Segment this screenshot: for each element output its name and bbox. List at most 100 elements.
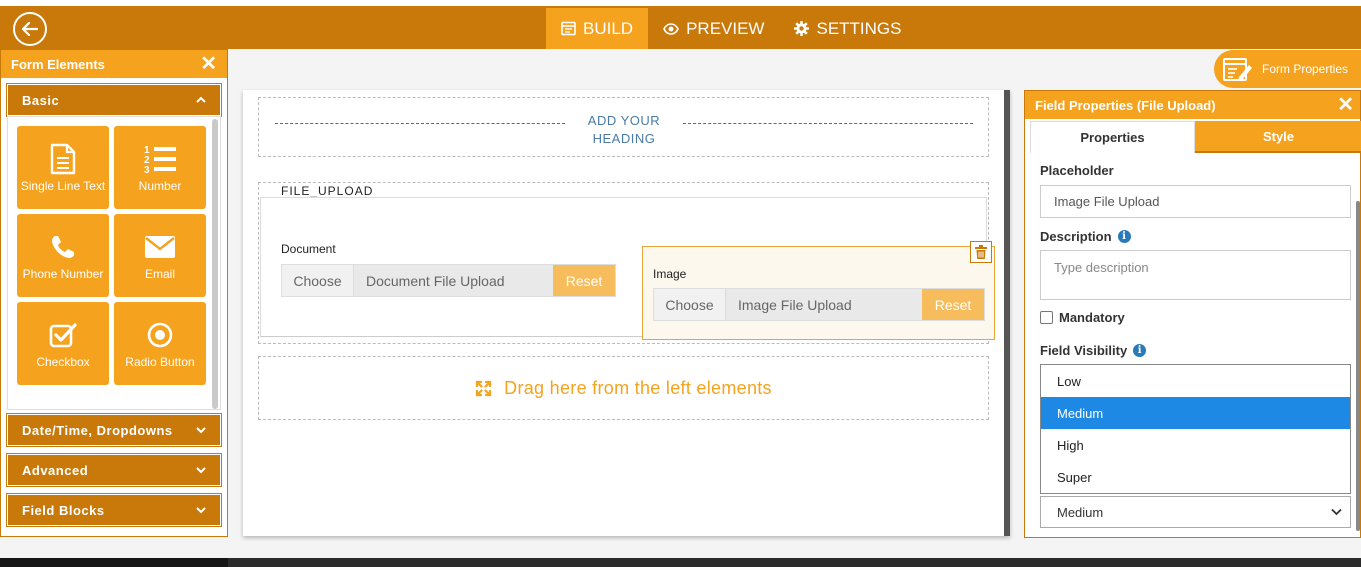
divider — [683, 123, 973, 124]
element-number[interactable]: 1 2 3 Number — [114, 126, 206, 209]
envelope-icon — [145, 236, 175, 258]
visibility-select[interactable]: Medium — [1040, 496, 1351, 528]
element-radio-button[interactable]: Radio Button — [114, 302, 206, 385]
section-basic-label: Basic — [22, 92, 60, 108]
field-properties-header: Field Properties (File Upload) ✕ — [1025, 91, 1360, 119]
form-properties-label: Form Properties — [1262, 62, 1349, 76]
elements-scrollbar[interactable] — [212, 119, 218, 409]
visibility-option-high[interactable]: High — [1041, 429, 1350, 461]
visibility-dropdown-list: Low Medium High Super — [1040, 364, 1351, 494]
chevron-up-icon — [196, 96, 206, 103]
image-label: Image — [653, 267, 687, 281]
nav-preview[interactable]: PREVIEW — [648, 8, 779, 49]
description-label: Description i — [1040, 229, 1131, 244]
element-label: Phone Number — [22, 267, 104, 281]
field-properties-panel: Field Properties (File Upload) ✕ Propert… — [1024, 90, 1361, 538]
form-elements-header: Form Elements ✕ — [1, 50, 227, 78]
element-phone-number[interactable]: Phone Number — [17, 214, 109, 297]
mandatory-label: Mandatory — [1059, 310, 1125, 325]
element-checkbox[interactable]: Checkbox — [17, 302, 109, 385]
chevron-down-icon — [1331, 508, 1342, 516]
checkbox-icon — [49, 323, 77, 348]
nav-settings-label: SETTINGS — [816, 18, 902, 38]
form-properties-tab[interactable]: Form Properties — [1214, 50, 1361, 88]
chevron-down-icon — [196, 507, 206, 514]
document-label: Document — [281, 242, 336, 256]
visibility-option-low[interactable]: Low — [1041, 365, 1350, 397]
divider — [275, 123, 565, 124]
close-icon[interactable]: ✕ — [1337, 95, 1354, 115]
section-advanced[interactable]: Advanced — [6, 453, 222, 487]
properties-tabs: Properties Style — [1030, 121, 1361, 153]
section-field-blocks[interactable]: Field Blocks — [6, 493, 222, 527]
element-label: Single Line Text — [20, 179, 106, 193]
field-properties-title: Field Properties (File Upload) — [1035, 97, 1216, 113]
element-label: Number — [138, 179, 182, 193]
description-textarea[interactable]: Type description — [1040, 250, 1351, 300]
chevron-down-icon — [196, 467, 206, 474]
element-label: Checkbox — [36, 355, 90, 369]
document-choose-button[interactable]: Choose — [282, 265, 354, 296]
tab-properties[interactable]: Properties — [1030, 121, 1195, 153]
nav-build-label: BUILD — [583, 18, 634, 38]
element-label: Email — [144, 267, 175, 281]
eye-icon — [663, 22, 679, 35]
build-icon — [561, 21, 576, 36]
image-choose-button[interactable]: Choose — [654, 289, 726, 320]
svg-text:3: 3 — [144, 165, 150, 174]
visibility-option-super[interactable]: Super — [1041, 461, 1350, 493]
form-edit-icon — [1223, 58, 1252, 81]
file-upload-block[interactable]: FILE_UPLOAD Document Choose Document Fil… — [258, 182, 995, 344]
radio-icon — [147, 322, 173, 348]
gear-icon — [794, 21, 810, 36]
tab-style[interactable]: Style — [1195, 121, 1361, 153]
nav-build[interactable]: BUILD — [546, 8, 649, 49]
numbered-list-icon: 1 2 3 — [144, 145, 176, 174]
chevron-down-icon — [196, 427, 206, 434]
element-label: Radio Button — [125, 355, 195, 369]
drop-zone-text: Drag here from the left elements — [504, 377, 772, 398]
form-elements-title: Form Elements — [11, 56, 105, 72]
info-icon[interactable]: i — [1133, 344, 1147, 357]
nav-preview-label: PREVIEW — [686, 18, 765, 38]
section-datetime-dropdowns[interactable]: Date/Time, Dropdowns — [6, 413, 222, 447]
close-icon[interactable]: ✕ — [200, 54, 217, 74]
visibility-option-medium[interactable]: Medium — [1041, 397, 1350, 429]
back-button[interactable] — [13, 12, 47, 46]
form-canvas: ADD YOUR HEADING FILE_UPLOAD Document Ch… — [243, 90, 1010, 536]
main-nav: BUILD PREVIEW SETTINGS — [546, 8, 917, 49]
document-reset-button[interactable]: Reset — [553, 265, 615, 296]
bottom-bar — [0, 558, 1361, 567]
image-reset-button[interactable]: Reset — [922, 289, 984, 320]
section-basic[interactable]: Basic — [6, 83, 222, 117]
placeholder-label-text: Placeholder — [1040, 163, 1114, 178]
form-heading[interactable]: ADD YOUR HEADING — [583, 112, 665, 148]
image-upload-input[interactable]: Image File Upload — [726, 289, 922, 320]
trash-icon — [975, 245, 987, 259]
placeholder-input[interactable]: Image File Upload — [1040, 185, 1351, 218]
document-upload-input[interactable]: Document File Upload — [354, 265, 553, 296]
bottom-bar-left — [0, 558, 228, 567]
mandatory-checkbox[interactable] — [1040, 311, 1053, 324]
document-icon — [50, 143, 76, 175]
description-label-text: Description — [1040, 229, 1112, 244]
file-upload-fields: Document Choose Document File Upload Res… — [260, 197, 995, 340]
section-datetime-label: Date/Time, Dropdowns — [22, 422, 173, 438]
top-nav-bar: BUILD PREVIEW SETTINGS — [0, 8, 1361, 49]
section-field-blocks-label: Field Blocks — [22, 502, 105, 518]
heading-block[interactable]: ADD YOUR HEADING — [258, 97, 989, 157]
element-single-line-text[interactable]: Single Line Text — [17, 126, 109, 209]
info-icon[interactable]: i — [1117, 230, 1131, 243]
delete-field-button[interactable] — [970, 241, 992, 263]
file-upload-title: FILE_UPLOAD — [281, 184, 374, 198]
panel-scrollbar[interactable] — [1356, 201, 1360, 531]
element-email[interactable]: Email — [114, 214, 206, 297]
form-elements-panel: Form Elements ✕ Basic Single Line Text 1… — [0, 49, 228, 537]
phone-icon — [52, 236, 74, 258]
top-border — [0, 0, 1361, 8]
drop-zone[interactable]: Drag here from the left elements — [258, 356, 989, 420]
image-upload-field: Choose Image File Upload Reset — [653, 288, 985, 321]
elements-grid: Single Line Text 1 2 3 Number Phone Numb… — [17, 126, 206, 385]
image-upload-selected[interactable]: Image Choose Image File Upload Reset — [642, 241, 995, 340]
nav-settings[interactable]: SETTINGS — [779, 8, 916, 49]
